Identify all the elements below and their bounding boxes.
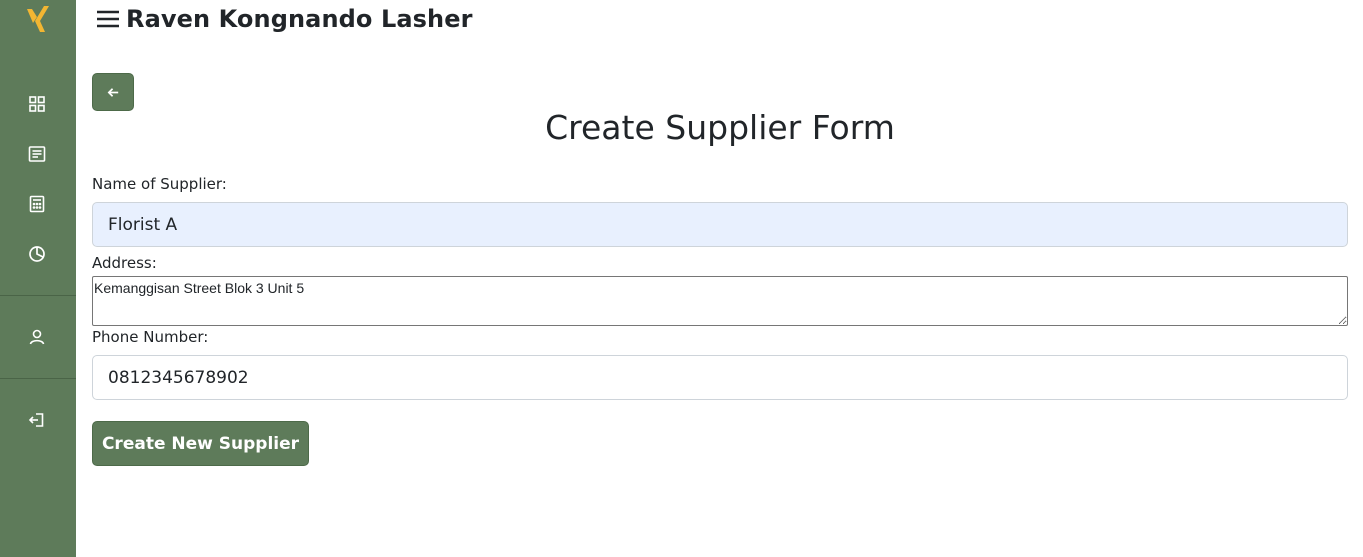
dashboard-grid-icon[interactable] (27, 94, 47, 114)
create-supplier-button[interactable]: Create New Supplier (92, 421, 309, 466)
sidebar-divider (0, 378, 76, 379)
supplier-name-input[interactable] (92, 202, 1348, 247)
logout-icon[interactable] (27, 410, 47, 430)
back-button[interactable] (92, 73, 134, 111)
address-label: Address: (92, 254, 157, 272)
phone-number-label: Phone Number: (92, 328, 209, 346)
address-textarea[interactable]: Kemanggisan Street Blok 3 Unit 5 (92, 276, 1348, 326)
arrow-left-icon (107, 87, 118, 97)
document-list-icon[interactable] (27, 144, 47, 164)
form-title: Create Supplier Form (545, 108, 895, 147)
user-icon[interactable] (27, 327, 47, 347)
user-name-heading: Raven Kongnando Lasher (126, 5, 473, 33)
phone-number-input[interactable] (92, 355, 1348, 400)
sidebar-divider (0, 295, 76, 296)
calculator-icon[interactable] (27, 194, 47, 214)
topbar: Raven Kongnando Lasher (96, 4, 473, 34)
supplier-name-label: Name of Supplier: (92, 175, 227, 193)
logo-x-icon[interactable] (24, 4, 50, 34)
hamburger-menu-icon[interactable] (96, 8, 120, 30)
pie-chart-icon[interactable] (27, 244, 47, 264)
sidebar (0, 0, 76, 557)
